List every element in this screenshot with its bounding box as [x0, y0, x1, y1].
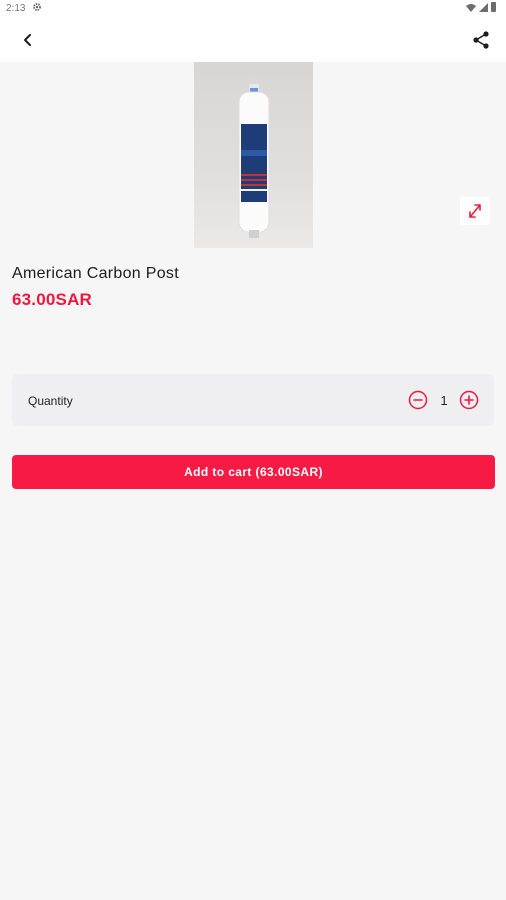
quantity-label: Quantity	[28, 394, 73, 408]
water-filter-image	[238, 84, 270, 238]
expand-button[interactable]	[460, 197, 490, 225]
product-title: American Carbon Post	[12, 265, 179, 282]
status-bar: 2:13	[0, 0, 506, 18]
quantity-increase-button[interactable]	[459, 390, 479, 410]
product-image[interactable]	[194, 62, 313, 248]
product-price: 63.00SAR	[12, 290, 93, 309]
gear-icon	[32, 2, 42, 15]
chevron-left-icon	[24, 34, 31, 46]
status-icons	[466, 2, 496, 12]
status-time: 2:13	[6, 3, 26, 14]
signal-icon	[479, 2, 488, 12]
minus-circle-icon	[408, 390, 428, 410]
app-bar	[0, 18, 506, 62]
plus-circle-icon	[459, 390, 479, 410]
wifi-icon	[466, 3, 476, 12]
battery-icon	[491, 2, 496, 12]
back-button[interactable]	[14, 28, 42, 52]
quantity-card: Quantity 1	[12, 374, 494, 426]
quantity-decrease-button[interactable]	[408, 390, 428, 410]
quantity-value: 1	[440, 393, 448, 408]
share-button[interactable]	[468, 28, 494, 52]
expand-icon	[469, 204, 481, 218]
add-to-cart-button[interactable]: Add to cart (63.00SAR)	[12, 455, 495, 489]
share-icon	[473, 31, 489, 49]
